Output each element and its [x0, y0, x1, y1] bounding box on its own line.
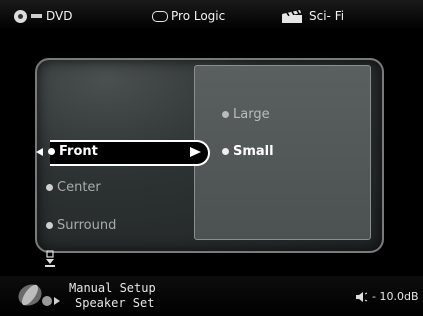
right-arrow-icon[interactable]: [190, 147, 201, 157]
genre-label: Sci- Fi: [309, 9, 345, 23]
menu-item-front-label: Front: [59, 144, 98, 159]
volume-label: - 10.0dB: [372, 290, 419, 303]
menu-item-center[interactable]: Center: [46, 180, 101, 195]
audio-mode-label: Pro Logic: [171, 9, 226, 23]
speaker-icon: [356, 291, 368, 302]
bullet-icon: [46, 222, 53, 229]
menu-item-front[interactable]: Front: [48, 144, 98, 159]
source-label: DVD: [46, 9, 73, 23]
breadcrumb-setup: Manual Setup: [69, 281, 156, 295]
bar-icon: [31, 14, 42, 18]
source-indicator: DVD: [14, 7, 72, 25]
bullet-icon: [222, 148, 229, 155]
audio-mode-indicator: Pro Logic: [152, 7, 225, 25]
option-large-label: Large: [233, 107, 270, 122]
left-arrow-icon[interactable]: [36, 148, 43, 156]
down-marker-icon: [45, 250, 55, 267]
volume-indicator: - 10.0dB: [356, 290, 419, 303]
menu-item-surround-label: Surround: [57, 218, 117, 233]
option-small-label: Small: [233, 144, 274, 159]
breadcrumb-speaker: Speaker Set: [75, 296, 155, 310]
setup-icon: [18, 284, 60, 306]
menu-item-center-label: Center: [57, 180, 101, 195]
bullet-icon: [222, 111, 229, 118]
option-large[interactable]: Large: [222, 107, 270, 122]
bullet-icon: [48, 148, 55, 155]
dolby-icon: [152, 10, 168, 22]
option-small[interactable]: Small: [222, 144, 274, 159]
clapperboard-icon: [282, 9, 302, 23]
genre-indicator: Sci- Fi: [281, 7, 344, 25]
menu-item-surround[interactable]: Surround: [46, 218, 116, 233]
disc-icon: [14, 9, 27, 23]
bullet-icon: [46, 184, 53, 191]
options-panel: [194, 65, 371, 240]
